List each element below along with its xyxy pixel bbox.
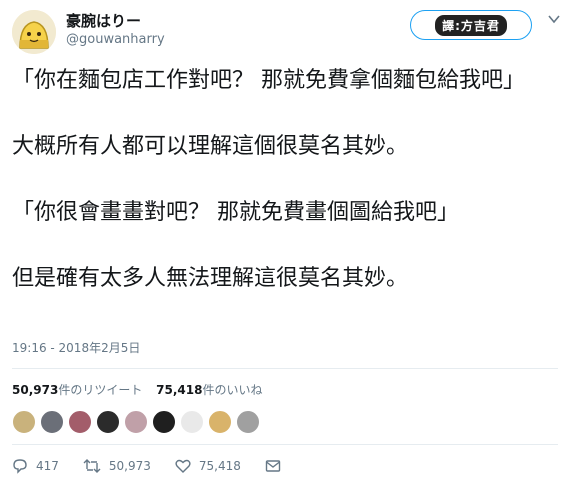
user-handle[interactable]: @gouwanharry [66, 32, 165, 47]
action-bar: 417 50,973 75,418 [12, 458, 313, 474]
like-count: 75,418 [198, 459, 241, 473]
liker-avatar[interactable] [68, 410, 92, 434]
liker-avatar[interactable] [124, 410, 148, 434]
tweet-timestamp[interactable]: 19:16 - 2018年2月5日 [12, 339, 140, 356]
tweet-paragraph: 大概所有人都可以理解這個很莫名其妙。 [12, 134, 409, 159]
heart-icon [175, 459, 191, 473]
divider [12, 368, 558, 369]
chevron-down-icon[interactable] [547, 12, 561, 26]
like-stat[interactable]: 75,418件のいいね [156, 383, 262, 397]
like-count: 75,418 [156, 383, 203, 397]
author-avatar[interactable] [12, 10, 56, 54]
message-button[interactable] [265, 459, 289, 473]
divider [12, 444, 558, 445]
avatar-image [12, 10, 56, 54]
liker-avatar[interactable] [40, 410, 64, 434]
retweet-label: 件のリツイート [58, 383, 143, 397]
liker-avatar[interactable] [208, 410, 232, 434]
tweet-text: 「你在麵包店工作對吧？ 那就免費拿個麵包給我吧」 大概所有人都可以理解這個很莫名… [12, 64, 560, 295]
tweet-paragraph: 「你在麵包店工作對吧？ 那就免費拿個麵包給我吧」 [12, 68, 525, 93]
reply-button[interactable]: 417 [12, 458, 59, 474]
retweet-button[interactable]: 50,973 [83, 458, 151, 474]
display-name[interactable]: 豪腕はりー [66, 10, 141, 31]
liker-avatars [12, 410, 264, 436]
liker-avatar[interactable] [152, 410, 176, 434]
like-button[interactable]: 75,418 [175, 458, 241, 474]
reply-icon [13, 459, 27, 474]
retweet-count: 50,973 [108, 459, 151, 473]
envelope-icon [265, 460, 281, 472]
liker-avatar[interactable] [180, 410, 204, 434]
liker-avatar[interactable] [96, 410, 120, 434]
retweet-count: 50,973 [12, 383, 59, 397]
retweet-icon [83, 459, 101, 473]
like-label: 件のいいね [202, 383, 263, 397]
liker-avatar[interactable] [12, 410, 36, 434]
translator-badge: 譯:方吉君 [435, 14, 507, 36]
reply-count: 417 [36, 459, 59, 473]
retweet-stat[interactable]: 50,973件のリツイート [12, 383, 142, 397]
tweet-paragraph: 但是確有太多人無法理解這很莫名其妙。 [12, 266, 409, 291]
engagement-stats: 50,973件のリツイート 75,418件のいいね [12, 381, 272, 398]
tweet-paragraph: 「你很會畫畫對吧？ 那就免費畫個圖給我吧」 [12, 200, 459, 225]
follow-button[interactable]: 譯:方吉君 [410, 10, 532, 40]
liker-avatar[interactable] [236, 410, 260, 434]
